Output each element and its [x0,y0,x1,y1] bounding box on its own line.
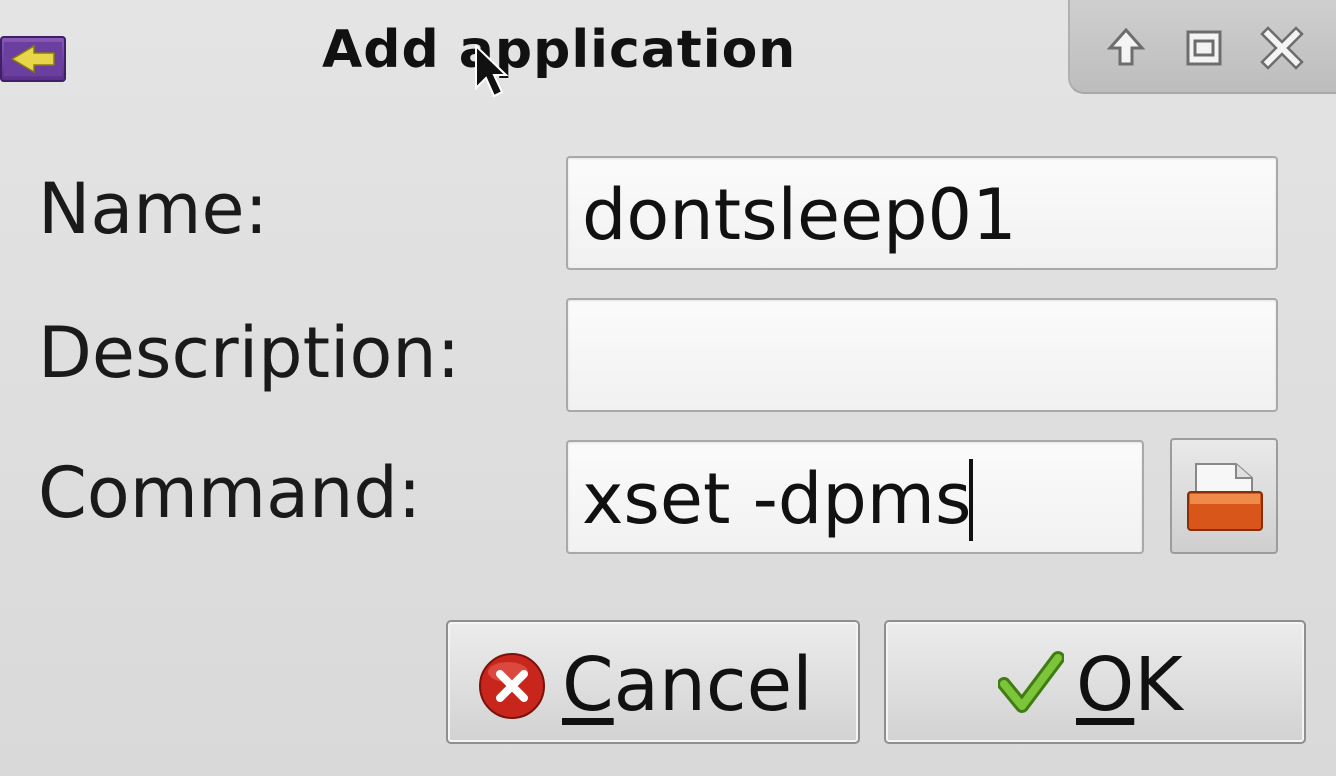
shade-button[interactable] [1102,24,1150,72]
cancel-icon [479,653,545,719]
checkmark-icon [998,651,1064,713]
text-cursor [969,458,974,541]
ok-button[interactable]: OK [884,620,1306,744]
ok-label: OK [1076,642,1183,728]
mouse-pointer-icon [474,43,509,104]
command-value: xset -dpms [582,458,972,540]
close-button[interactable] [1258,24,1306,72]
maximize-icon [1186,30,1222,66]
cancel-label: Cancel [562,642,813,728]
open-file-icon [1187,463,1263,531]
name-input[interactable]: dontsleep01 [566,156,1278,270]
maximize-button[interactable] [1180,24,1228,72]
cancel-button[interactable]: Cancel [446,620,860,744]
window-title: Add application [322,20,797,80]
command-input[interactable]: xset -dpms [566,440,1144,554]
title-bar[interactable]: Add application [0,0,1336,110]
window-controls [1068,0,1336,94]
description-input[interactable] [566,298,1278,412]
name-label: Name: [38,168,269,250]
close-icon [1260,26,1304,70]
add-application-dialog: Add application Name: dontsleep01 Descri… [0,0,1336,776]
arrow-up-icon [1106,27,1146,66]
command-label: Command: [38,452,422,534]
browse-command-button[interactable] [1170,438,1278,554]
app-launcher-icon[interactable] [0,36,66,82]
description-label: Description: [38,312,461,394]
